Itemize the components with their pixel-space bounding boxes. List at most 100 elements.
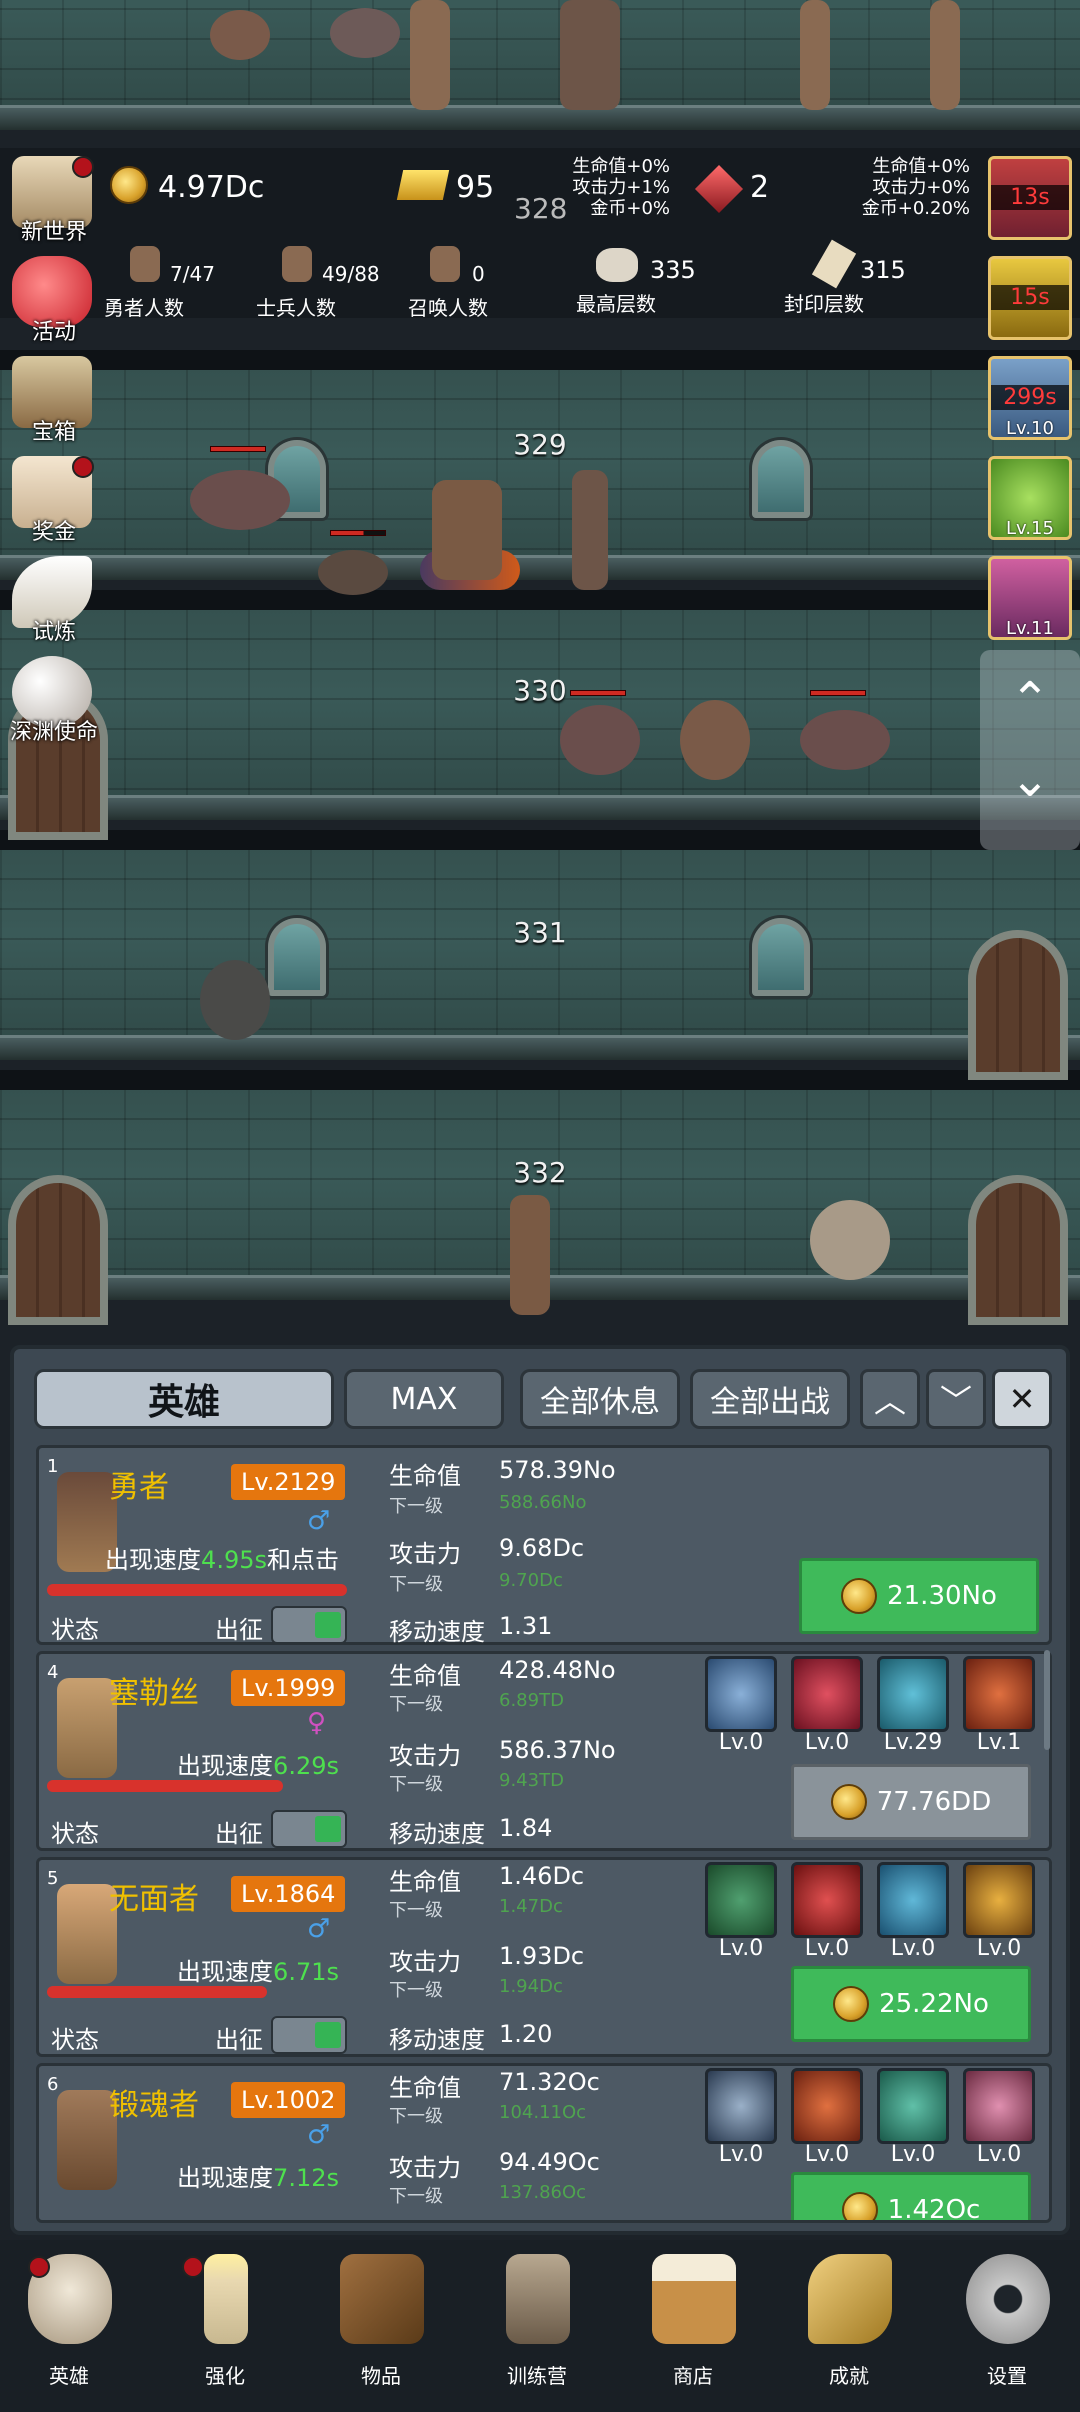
door <box>968 930 1068 1080</box>
lantern-icon <box>506 2254 570 2344</box>
bat-enemy <box>800 710 890 770</box>
enemy-hp-bar <box>330 530 386 536</box>
skill-boots-icon[interactable] <box>963 2068 1035 2144</box>
skill-axe-icon[interactable] <box>877 2068 949 2144</box>
floor-331 <box>0 850 1080 1060</box>
skill-boots-icon[interactable] <box>877 1656 949 1732</box>
upgrade-button[interactable]: 77.76DD <box>791 1764 1031 1840</box>
hero-count-icon <box>130 246 160 282</box>
buff-slot[interactable]: 299s Lv.10 <box>988 356 1072 440</box>
skill-level: Lv.0 <box>804 2142 850 2167</box>
sort-up-button[interactable]: ︿ <box>860 1369 920 1429</box>
notification-dot <box>182 2256 204 2278</box>
deploy-all-button[interactable]: 全部出战 <box>690 1369 850 1429</box>
upgrade-button[interactable]: 25.22No <box>791 1966 1031 2042</box>
hero-index: 1 <box>47 1456 59 1477</box>
floor-number: 330 <box>513 674 567 707</box>
buff-level: Lv.10 <box>1006 418 1054 439</box>
nav-enhance[interactable]: 强化 <box>160 2254 290 2404</box>
atk-stat: 攻击力 9.68Dc <box>389 1534 585 1568</box>
atk-next: 下一级 1.94Dc <box>389 1976 563 2001</box>
nav-achievements[interactable]: 成就 <box>784 2254 914 2404</box>
sort-down-button[interactable]: ﹀ <box>926 1369 986 1429</box>
status-label: 状态 <box>51 2026 99 2054</box>
floor-number: 332 <box>513 1156 567 1189</box>
bonus-button[interactable]: 奖金 <box>4 456 100 545</box>
skill-level: Lv.0 <box>718 1936 764 1961</box>
skill-sword-icon[interactable] <box>705 1862 777 1938</box>
nav-label: 强化 <box>205 2364 245 2388</box>
deploy-toggle[interactable] <box>271 1606 347 1644</box>
hp-stat: 生命值 71.32Oc <box>389 2068 600 2102</box>
menu-label: 新世界 <box>20 220 87 245</box>
pet-slot[interactable]: Lv.11 <box>988 556 1072 640</box>
nav-heroes[interactable]: 英雄 <box>4 2254 134 2404</box>
menu-label: 活动 <box>31 320 76 345</box>
hero-card[interactable]: 6 锻魂者 Lv.1002 ♂ 出现速度7.12s 生命值 71.32Oc 下一级… <box>36 2063 1052 2223</box>
abyss-mission-button[interactable]: 深渊使命 <box>4 656 100 745</box>
trial-button[interactable]: 试炼 <box>4 556 100 645</box>
chest-button[interactable]: 宝箱 <box>4 356 100 445</box>
bars-amount: 95 <box>456 170 495 205</box>
coin-icon <box>833 1986 870 2022</box>
bonus-hp: 生命值+0% <box>872 156 970 177</box>
skill-beast-icon[interactable] <box>791 1656 863 1732</box>
buff-slot[interactable]: 15s <box>988 256 1072 340</box>
skill-skull-icon[interactable] <box>705 2068 777 2144</box>
female-icon: ♀ <box>307 1708 327 1738</box>
move-stat: 移动速度 1.84 <box>389 1814 553 1848</box>
close-button[interactable]: ✕ <box>992 1369 1052 1429</box>
atk-next: 下一级 137.86Oc <box>389 2182 587 2207</box>
nav-shop[interactable]: 商店 <box>628 2254 758 2404</box>
skill-blade-icon[interactable] <box>791 1862 863 1938</box>
deploy-toggle[interactable] <box>271 1810 347 1848</box>
male-icon: ♂ <box>307 2120 331 2150</box>
deploy-toggle[interactable] <box>271 2016 347 2054</box>
chevron-up-icon: ︿ <box>873 1382 906 1420</box>
menu-label: 宝箱 <box>31 420 76 445</box>
hero-sprite <box>800 0 830 110</box>
ghost-enemy <box>810 1200 890 1280</box>
hero-index: 5 <box>47 1868 59 1889</box>
skill-helmet-icon[interactable] <box>963 1862 1035 1938</box>
skill-level: Lv.0 <box>804 1936 850 1961</box>
nav-label: 成就 <box>829 2364 869 2388</box>
buff-slot[interactable]: 13s <box>988 156 1072 240</box>
bonus-gold: 金币+0% <box>590 198 670 219</box>
upgrade-button[interactable]: 1.42Oc <box>791 2172 1031 2220</box>
new-world-button[interactable]: 新世界 <box>4 156 100 245</box>
enemy-hp-bar <box>210 446 266 452</box>
book-icon <box>340 2254 424 2344</box>
skill-axe-icon[interactable] <box>791 2068 863 2144</box>
max-floor-icon <box>596 248 638 282</box>
hero-card[interactable]: 4 塞勒丝 Lv.1999 ♀ 出现速度6.29s 状态 出征 生命值 428.4… <box>36 1651 1052 1851</box>
rest-all-button[interactable]: 全部休息 <box>520 1369 680 1429</box>
coin-icon <box>830 1784 867 1820</box>
floor-329 <box>0 370 1080 580</box>
nav-training[interactable]: 训练营 <box>472 2254 602 2404</box>
door <box>8 1175 108 1325</box>
event-button[interactable]: 活动 <box>4 256 100 345</box>
hero-progress-bar <box>47 1780 283 1792</box>
bottom-nav: 英雄 强化 物品 训练营 商店 成就 设置 <box>0 2240 1080 2412</box>
door <box>968 1175 1068 1325</box>
heroes-tab[interactable]: 英雄 <box>34 1369 334 1429</box>
atk-stat: 攻击力 1.93Dc <box>389 1942 585 1976</box>
scroll-up-button[interactable]: ⌃ <box>980 670 1080 730</box>
upgrade-button[interactable]: 21.30No <box>799 1558 1039 1634</box>
skill-level: Lv.0 <box>976 1936 1022 1961</box>
skill-boots-icon[interactable] <box>877 1862 949 1938</box>
hero-card[interactable]: 1 勇者 Lv.2129 ♂ 出现速度4.95s和点击 状态 出征 生命值 578… <box>36 1445 1052 1646</box>
spider-enemy <box>318 550 388 595</box>
pet-slot[interactable]: Lv.15 <box>988 456 1072 540</box>
soldier-count-icon <box>282 246 312 282</box>
skill-shield-icon[interactable] <box>705 1656 777 1732</box>
max-button[interactable]: MAX <box>344 1369 504 1429</box>
hero-card[interactable]: 5 无面者 Lv.1864 ♂ 出现速度6.71s 状态 出征 生命值 1.46D… <box>36 1857 1052 2057</box>
scrollbar[interactable] <box>1044 1650 1050 1750</box>
nav-items[interactable]: 物品 <box>316 2254 446 2404</box>
scroll-down-button[interactable]: ⌄ <box>980 756 1080 820</box>
hero-index: 6 <box>47 2074 59 2095</box>
nav-settings[interactable]: 设置 <box>942 2254 1072 2404</box>
skill-sword-icon[interactable] <box>963 1656 1035 1732</box>
